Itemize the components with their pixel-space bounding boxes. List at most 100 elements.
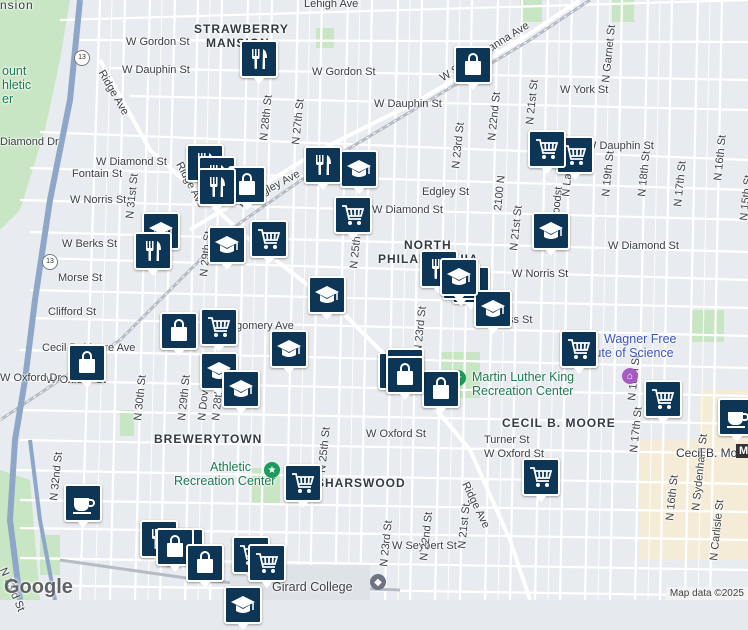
street-label: W Diamond St	[96, 156, 167, 168]
school-marker[interactable]	[532, 212, 570, 256]
shopping-cart-icon	[254, 550, 280, 576]
neighborhood-label: CECIL B. MOORE	[502, 416, 616, 430]
shopping-cart-icon	[290, 470, 316, 496]
shopping-cart-marker[interactable]	[284, 464, 322, 508]
museum-icon[interactable]: ⌂	[622, 368, 638, 384]
street-label: W York St	[560, 84, 609, 96]
shopping-bag-icon	[74, 350, 100, 376]
school-marker[interactable]	[270, 330, 308, 374]
street-label: Clifford St	[48, 306, 97, 318]
street-label: Turner St	[484, 434, 530, 446]
restaurant-icon	[140, 238, 166, 264]
street-label: W Dauphin St	[374, 98, 442, 110]
restaurant-icon	[310, 152, 336, 178]
shopping-cart-marker[interactable]	[528, 130, 566, 174]
shopping-cart-marker[interactable]	[644, 380, 682, 424]
street-label: W Berks St	[62, 238, 118, 250]
shopping-cart-icon	[534, 136, 560, 162]
shopping-bag-marker[interactable]	[422, 370, 460, 414]
poi-label: er	[2, 92, 14, 106]
school-icon	[346, 156, 372, 182]
google-logo: Google	[4, 576, 73, 598]
school-marker[interactable]	[224, 586, 262, 630]
school-marker[interactable]	[474, 290, 512, 334]
poi-label: Martin Luther King	[472, 370, 575, 384]
poi-label: Athletic	[210, 460, 251, 474]
neighborhood-label: BREWERYTOWN	[154, 432, 263, 446]
restaurant-icon	[204, 174, 230, 200]
route-13-shield: 13	[42, 254, 58, 270]
shopping-cart-marker[interactable]	[334, 196, 372, 240]
poi-label: Recreation Center	[472, 384, 574, 398]
shopping-bag-marker[interactable]	[68, 344, 106, 388]
street-label: W Diamond St	[608, 240, 679, 252]
restaurant-marker[interactable]	[198, 168, 236, 212]
shopping-bag-marker[interactable]	[186, 544, 224, 588]
shopping-bag-marker[interactable]	[386, 356, 424, 400]
school-icon	[538, 218, 564, 244]
shopping-cart-icon	[206, 314, 232, 340]
school-icon	[214, 232, 240, 258]
shopping-cart-icon	[528, 464, 554, 490]
school-icon	[230, 592, 256, 618]
school-marker[interactable]	[308, 276, 346, 320]
shopping-cart-marker[interactable]	[522, 458, 560, 502]
street-label: Fontain St	[72, 168, 123, 180]
neighborhood-label: nsion	[0, 0, 34, 12]
school-marker[interactable]	[440, 258, 478, 302]
school-marker[interactable]	[222, 370, 260, 414]
school-icon	[228, 376, 254, 402]
poi-label: Recreation Center	[174, 474, 276, 488]
poi-label: hletic	[2, 78, 32, 92]
shopping-cart-icon	[340, 202, 366, 228]
park-top-mid	[316, 28, 334, 48]
shopping-cart-marker[interactable]	[200, 308, 238, 352]
school-icon	[480, 296, 506, 322]
shopping-bag-icon	[234, 172, 260, 198]
shopping-bag-icon	[162, 534, 188, 560]
poi-label: Wagner Free	[604, 332, 677, 346]
school-marker[interactable]	[208, 226, 246, 270]
shopping-cart-marker[interactable]	[248, 544, 286, 588]
street-label: Edgley St	[422, 186, 470, 198]
shopping-bag-icon	[460, 52, 486, 78]
shopping-bag-icon	[192, 550, 218, 576]
coffee-marker[interactable]	[718, 398, 748, 442]
street-label: Lehigh Ave	[304, 0, 359, 10]
shopping-bag-icon	[166, 318, 192, 344]
school-icon	[446, 264, 472, 290]
park-icon[interactable]: ★	[264, 462, 280, 478]
street-label: Diamond Dr	[0, 136, 59, 148]
coffee-icon	[724, 404, 748, 430]
street-label: W Diamond St	[372, 204, 443, 216]
neighborhood-label: SHARSWOOD	[316, 476, 406, 490]
restaurant-icon	[246, 46, 272, 72]
street-label: W Gordon St	[312, 66, 376, 78]
subway-icon[interactable]: M	[736, 444, 748, 458]
school-icon	[276, 336, 302, 362]
street-label: W Dauphin St	[122, 64, 190, 76]
shopping-cart-marker[interactable]	[250, 220, 288, 264]
coffee-marker[interactable]	[64, 484, 102, 528]
shopping-bag-icon	[428, 376, 454, 402]
street-label: W Norris St	[70, 194, 127, 206]
school-marker[interactable]	[340, 150, 378, 194]
shopping-cart-icon	[566, 336, 592, 362]
shopping-bag-marker[interactable]	[160, 312, 198, 356]
school-icon	[314, 282, 340, 308]
shopping-cart-icon	[256, 226, 282, 252]
restaurant-marker[interactable]	[304, 146, 342, 190]
small-park-right	[690, 310, 724, 342]
street-label: W Oxford St	[366, 428, 426, 440]
poi-label: Girard College	[272, 580, 353, 594]
shopping-cart-marker[interactable]	[560, 330, 598, 374]
poi-label: ount	[2, 64, 27, 78]
map-attribution[interactable]: Map data ©2025	[665, 587, 748, 600]
neighborhood-label: STRAWBERRY	[194, 22, 289, 36]
shopping-bag-marker[interactable]	[454, 46, 492, 90]
restaurant-marker[interactable]	[240, 40, 278, 84]
restaurant-marker[interactable]	[134, 232, 172, 276]
coffee-icon	[70, 490, 96, 516]
park-top-right	[520, 0, 542, 22]
college-icon[interactable]: ◆	[370, 574, 386, 590]
